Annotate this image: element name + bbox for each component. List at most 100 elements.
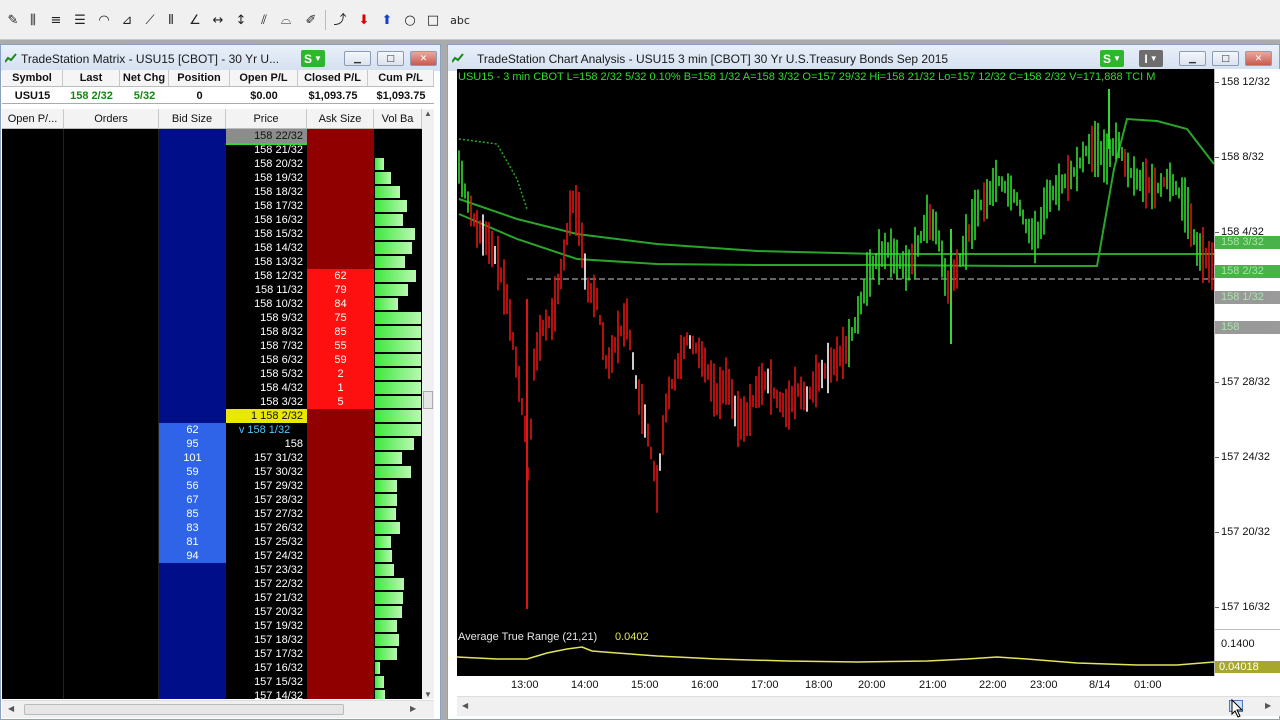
- ask-size-cell[interactable]: [307, 479, 374, 493]
- price-cell[interactable]: 158 7/32: [226, 339, 307, 353]
- bid-size-cell[interactable]: [159, 213, 226, 227]
- vertical-arrow-tool-icon[interactable]: ↕: [232, 11, 250, 29]
- ask-size-cell[interactable]: [307, 493, 374, 507]
- bid-size-cell[interactable]: 62: [159, 423, 226, 437]
- text-tool-icon[interactable]: abc: [448, 11, 472, 29]
- ask-size-cell[interactable]: [307, 451, 374, 465]
- open-pl-cell[interactable]: [2, 297, 64, 311]
- bid-size-cell[interactable]: 83: [159, 521, 226, 535]
- price-cell[interactable]: 158 3/32: [226, 395, 307, 409]
- price-cell[interactable]: 158: [226, 437, 307, 451]
- orders-cell[interactable]: [64, 339, 159, 353]
- open-pl-cell[interactable]: [2, 563, 64, 577]
- chart-titlebar[interactable]: TradeStation Chart Analysis - USU15 3 mi…: [448, 45, 1279, 71]
- bid-size-cell[interactable]: 101: [159, 451, 226, 465]
- orders-cell[interactable]: [64, 493, 159, 507]
- price-cell[interactable]: 158 18/32: [226, 185, 307, 199]
- ask-size-cell[interactable]: [307, 605, 374, 619]
- bid-size-cell[interactable]: 85: [159, 507, 226, 521]
- bid-size-cell[interactable]: [159, 675, 226, 689]
- bid-size-cell[interactable]: [159, 619, 226, 633]
- ladder-row[interactable]: 158 3/32 5: [2, 395, 422, 409]
- ellipse-tool-icon[interactable]: ○: [401, 11, 419, 29]
- price-cell[interactable]: 158 22/32: [226, 129, 307, 143]
- ask-size-cell[interactable]: [307, 591, 374, 605]
- ask-size-cell[interactable]: 84: [307, 297, 374, 311]
- price-cell[interactable]: 158 5/32: [226, 367, 307, 381]
- horizontal-arrow-tool-icon[interactable]: ↔: [209, 11, 227, 29]
- orders-cell[interactable]: [64, 479, 159, 493]
- ladder-row[interactable]: 157 23/32: [2, 563, 422, 577]
- bid-size-cell[interactable]: [159, 367, 226, 381]
- price-cell[interactable]: 157 17/32: [226, 647, 307, 661]
- vertical-lines-tool-icon[interactable]: ⫼: [24, 11, 42, 29]
- bid-size-cell[interactable]: [159, 381, 226, 395]
- ask-size-cell[interactable]: [307, 549, 374, 563]
- ask-size-cell[interactable]: [307, 563, 374, 577]
- ladder-row[interactable]: 62 v 158 1/32: [2, 423, 422, 437]
- orders-cell[interactable]: [64, 143, 159, 157]
- ask-size-cell[interactable]: [307, 521, 374, 535]
- matrix-titlebar[interactable]: TradeStation Matrix - USU15 [CBOT] - 30 …: [1, 45, 440, 71]
- price-cell[interactable]: 158 13/32: [226, 255, 307, 269]
- ladder-row[interactable]: 158 16/32: [2, 213, 422, 227]
- ladder-row[interactable]: 157 15/32: [2, 675, 422, 689]
- summary-header-cell[interactable]: Position: [169, 70, 230, 86]
- chart-horizontal-scrollbar[interactable]: ◀ ▶: [457, 696, 1280, 716]
- ask-size-cell[interactable]: [307, 241, 374, 255]
- price-cell[interactable]: 157 18/32: [226, 633, 307, 647]
- open-pl-cell[interactable]: [2, 367, 64, 381]
- orders-cell[interactable]: [64, 297, 159, 311]
- price-cell[interactable]: 157 31/32: [226, 451, 307, 465]
- ladder-row[interactable]: 158 6/32 59: [2, 353, 422, 367]
- orders-cell[interactable]: [64, 325, 159, 339]
- bid-size-cell[interactable]: [159, 199, 226, 213]
- open-pl-cell[interactable]: [2, 199, 64, 213]
- bid-size-cell[interactable]: [159, 633, 226, 647]
- open-pl-cell[interactable]: [2, 619, 64, 633]
- minimize-button[interactable]: ▁: [1179, 51, 1206, 66]
- price-cell[interactable]: 157 24/32: [226, 549, 307, 563]
- bid-size-cell[interactable]: [159, 227, 226, 241]
- price-cell[interactable]: 157 27/32: [226, 507, 307, 521]
- minimize-button[interactable]: ▁: [344, 51, 371, 66]
- open-pl-cell[interactable]: [2, 535, 64, 549]
- ask-size-cell[interactable]: [307, 661, 374, 675]
- matrix-strategy-button[interactable]: S ▼: [301, 50, 325, 67]
- ask-size-cell[interactable]: [307, 157, 374, 171]
- price-cell[interactable]: 158 6/32: [226, 353, 307, 367]
- orders-cell[interactable]: [64, 521, 159, 535]
- bid-size-cell[interactable]: [159, 143, 226, 157]
- open-pl-cell[interactable]: [2, 465, 64, 479]
- ask-size-cell[interactable]: [307, 647, 374, 661]
- rectangle-tool-icon[interactable]: □: [424, 11, 442, 29]
- ladder-row[interactable]: 85 157 27/32: [2, 507, 422, 521]
- ask-size-cell[interactable]: [307, 465, 374, 479]
- orders-cell[interactable]: [64, 605, 159, 619]
- orders-cell[interactable]: [64, 381, 159, 395]
- orders-cell[interactable]: [64, 311, 159, 325]
- ask-size-cell[interactable]: [307, 619, 374, 633]
- ask-size-cell[interactable]: 79: [307, 283, 374, 297]
- orders-cell[interactable]: [64, 227, 159, 241]
- open-pl-cell[interactable]: [2, 353, 64, 367]
- orders-cell[interactable]: [64, 213, 159, 227]
- ladder-row[interactable]: 158 19/32: [2, 171, 422, 185]
- open-pl-cell[interactable]: [2, 283, 64, 297]
- ask-size-cell[interactable]: 5: [307, 395, 374, 409]
- horizontal-lines-tool-icon[interactable]: ≡: [47, 11, 65, 29]
- orders-cell[interactable]: [64, 675, 159, 689]
- price-cell[interactable]: 158 15/32: [226, 227, 307, 241]
- price-chart-svg[interactable]: [457, 69, 1214, 634]
- orders-cell[interactable]: [64, 563, 159, 577]
- ladder-row[interactable]: 157 21/32: [2, 591, 422, 605]
- orders-cell[interactable]: [64, 171, 159, 185]
- price-cell[interactable]: 157 23/32: [226, 563, 307, 577]
- ladder-row[interactable]: 157 14/32: [2, 689, 422, 699]
- open-pl-cell[interactable]: [2, 521, 64, 535]
- ask-size-cell[interactable]: [307, 633, 374, 647]
- open-pl-cell[interactable]: [2, 605, 64, 619]
- bid-size-cell[interactable]: 95: [159, 437, 226, 451]
- open-pl-cell[interactable]: [2, 241, 64, 255]
- ladder-header-cell[interactable]: Orders: [64, 109, 159, 128]
